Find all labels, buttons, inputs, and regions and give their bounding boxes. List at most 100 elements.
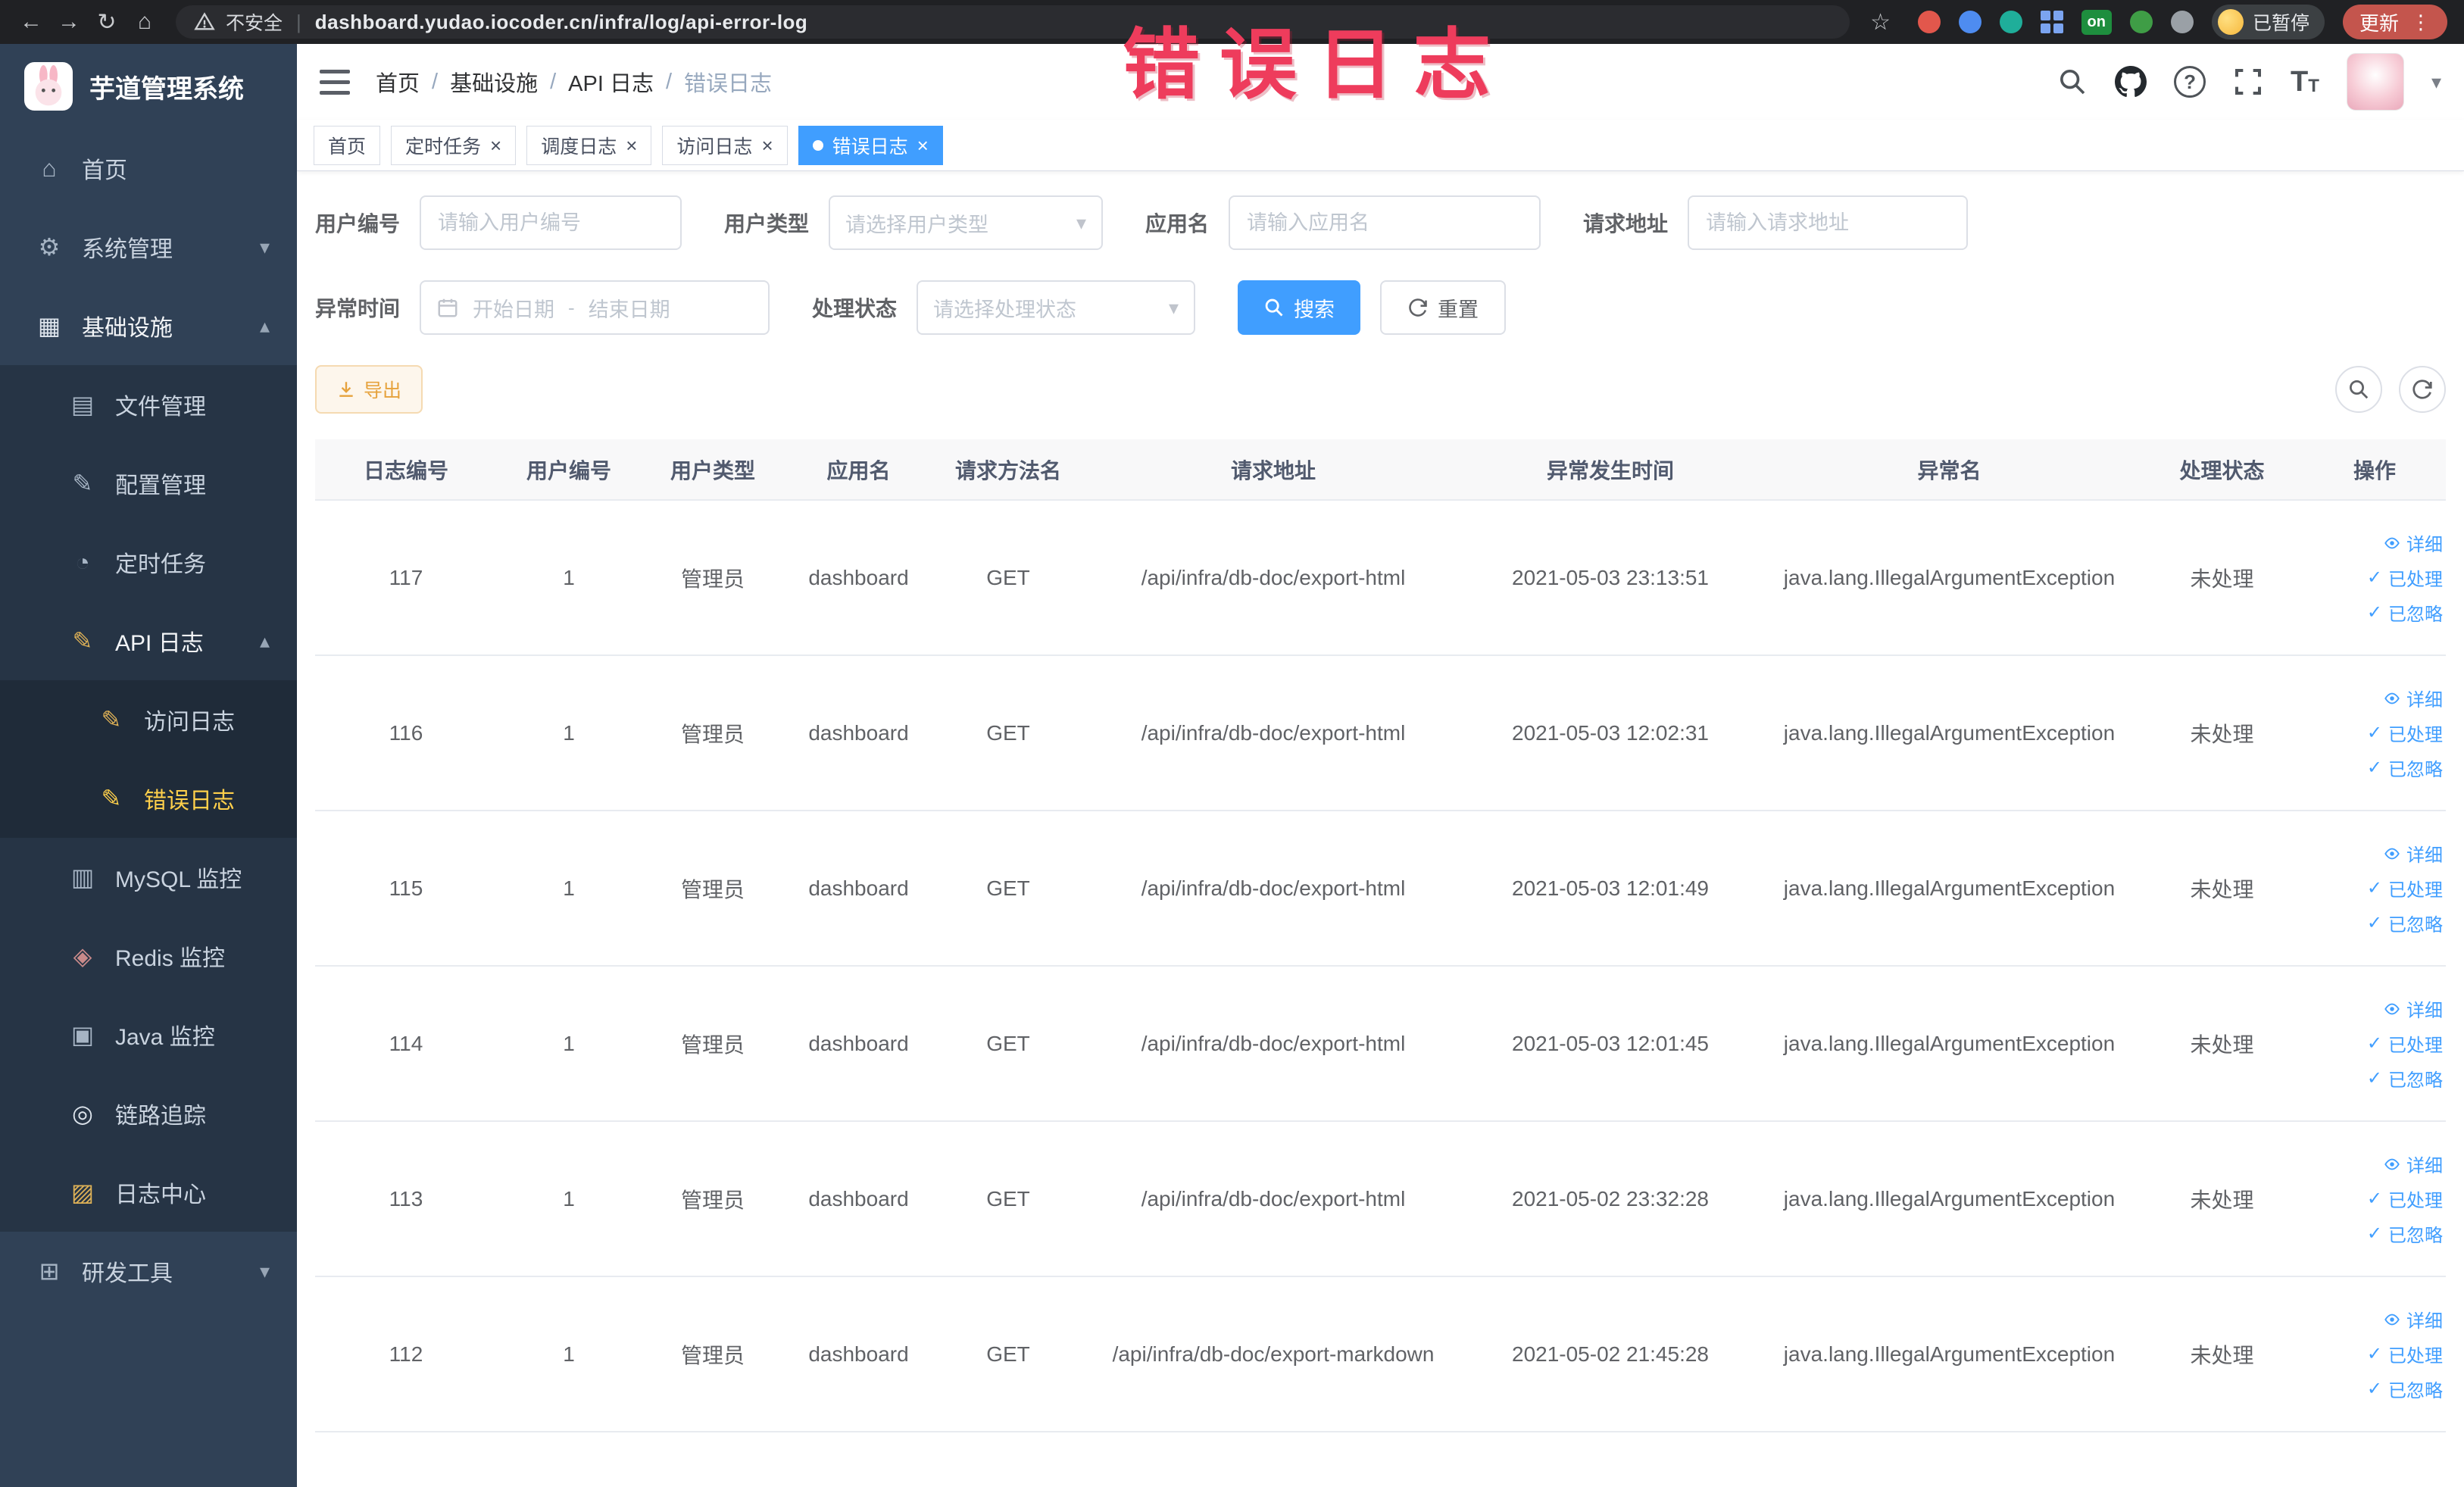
profile-paused-badge[interactable]: 已暂停 bbox=[2211, 5, 2325, 39]
cell-process-status: 未处理 bbox=[2141, 1276, 2303, 1432]
browser-home-icon[interactable]: ⌂ bbox=[126, 9, 164, 35]
mark-processed-link[interactable]: ✓ 已处理 bbox=[2309, 1026, 2443, 1061]
tab-cron-job[interactable]: 定时任务 × bbox=[391, 125, 517, 165]
mark-processed-link[interactable]: ✓ 已处理 bbox=[2309, 1337, 2443, 1372]
tab-access-log[interactable]: 访问日志 × bbox=[662, 125, 788, 165]
github-icon[interactable] bbox=[2115, 66, 2147, 98]
extension-icon-green[interactable] bbox=[2129, 11, 2153, 33]
mark-ignored-link[interactable]: ✓ 已忽略 bbox=[2309, 1217, 2443, 1251]
caret-down-icon[interactable]: ▾ bbox=[2431, 70, 2441, 94]
close-icon[interactable]: × bbox=[626, 136, 637, 155]
sidebar-item-label: 链路追踪 bbox=[115, 1104, 206, 1129]
cell-process-status: 未处理 bbox=[2141, 811, 2303, 967]
browser-update-button[interactable]: 更新 ⋮ bbox=[2342, 5, 2447, 39]
cell-app-name: dashboard bbox=[785, 655, 932, 811]
mark-processed-link[interactable]: ✓ 已处理 bbox=[2309, 716, 2443, 751]
font-size-icon[interactable]: TT bbox=[2291, 67, 2319, 96]
search-icon[interactable] bbox=[2057, 67, 2088, 97]
extension-icon-gray[interactable] bbox=[2170, 11, 2194, 33]
sidebar-item-redis-monitor[interactable]: ◈ Redis 监控 bbox=[0, 917, 297, 995]
extensions-grid-icon[interactable] bbox=[2040, 11, 2063, 33]
extension-icon-blue[interactable] bbox=[1958, 11, 1982, 33]
cell-exception-time: 2021-05-03 23:13:51 bbox=[1463, 500, 1758, 656]
back-icon[interactable]: ← bbox=[12, 9, 50, 35]
extension-icon-teal[interactable] bbox=[1999, 11, 2022, 33]
sidebar-item-config-manage[interactable]: ✎ 配置管理 bbox=[0, 444, 297, 523]
mark-processed-link[interactable]: ✓ 已处理 bbox=[2309, 871, 2443, 906]
sidebar-item-java-monitor[interactable]: ▣ Java 监控 bbox=[0, 995, 297, 1074]
sidebar-item-system[interactable]: ⚙ 系统管理 ▾ bbox=[0, 208, 297, 286]
close-icon[interactable]: × bbox=[490, 136, 501, 155]
detail-link[interactable]: 详细 bbox=[2309, 1147, 2443, 1182]
mark-ignored-link[interactable]: ✓ 已忽略 bbox=[2309, 906, 2443, 941]
sidebar-item-error-log[interactable]: ✎ 错误日志 bbox=[0, 759, 297, 838]
help-icon[interactable]: ? bbox=[2174, 66, 2206, 98]
check-icon: ✓ bbox=[2366, 723, 2382, 743]
on-badge[interactable]: on bbox=[2081, 9, 2112, 35]
process-status-select[interactable]: 请选择处理状态 ▾ bbox=[917, 280, 1196, 335]
app-name-input[interactable] bbox=[1229, 195, 1541, 250]
sidebar-item-label: 首页 bbox=[82, 158, 127, 183]
sidebar-item-access-log[interactable]: ✎ 访问日志 bbox=[0, 680, 297, 759]
column-header: 异常发生时间 bbox=[1463, 439, 1758, 501]
export-button[interactable]: 导出 bbox=[315, 365, 423, 414]
bookmark-star-icon[interactable]: ☆ bbox=[1862, 9, 1900, 36]
fullscreen-icon[interactable] bbox=[2233, 67, 2263, 97]
sidebar-item-api-log[interactable]: ✎ API 日志 ▴ bbox=[0, 601, 297, 680]
column-header: 请求方法名 bbox=[932, 439, 1084, 501]
address-bar[interactable]: 不安全 | dashboard.yudao.iocoder.cn/infra/l… bbox=[176, 5, 1850, 39]
tab-home[interactable]: 首页 bbox=[314, 125, 381, 165]
breadcrumb-infra[interactable]: 基础设施 bbox=[450, 66, 538, 98]
navbar-actions: ? TT ▾ bbox=[2057, 53, 2441, 111]
avatar[interactable] bbox=[2346, 53, 2404, 111]
cell-method: GET bbox=[932, 655, 1084, 811]
search-button[interactable]: 搜索 bbox=[1238, 280, 1361, 335]
reload-icon[interactable]: ↻ bbox=[88, 9, 126, 36]
tab-label: 错误日志 bbox=[832, 136, 908, 158]
detail-link[interactable]: 详细 bbox=[2309, 992, 2443, 1026]
sidebar-toggle-icon[interactable] bbox=[320, 69, 350, 95]
cell-method: GET bbox=[932, 811, 1084, 967]
sidebar-item-cron-job[interactable]: ◔ 定时任务 bbox=[0, 523, 297, 601]
sidebar-item-infra[interactable]: ▦ 基础设施 ▴ bbox=[0, 286, 297, 365]
sidebar-logo[interactable]: 芋道管理系统 bbox=[0, 44, 297, 129]
mark-processed-link[interactable]: ✓ 已处理 bbox=[2309, 561, 2443, 595]
mark-ignored-link[interactable]: ✓ 已忽略 bbox=[2309, 1372, 2443, 1407]
close-icon[interactable]: × bbox=[761, 136, 773, 155]
reset-button[interactable]: 重置 bbox=[1380, 280, 1507, 335]
kebab-menu-icon[interactable]: ⋮ bbox=[2411, 11, 2431, 34]
tab-schedule-log[interactable]: 调度日志 × bbox=[526, 125, 652, 165]
forward-icon[interactable]: → bbox=[50, 9, 88, 35]
toggle-search-button[interactable] bbox=[2335, 366, 2382, 413]
check-icon: ✓ bbox=[2366, 602, 2382, 623]
mark-ignored-link[interactable]: ✓ 已忽略 bbox=[2309, 1061, 2443, 1096]
cell-user-type: 管理员 bbox=[641, 655, 785, 811]
tags-view: 首页 定时任务 × 调度日志 × 访问日志 × 错误日志 × bbox=[297, 120, 2464, 171]
exception-time-range-picker[interactable]: 开始日期 - 结束日期 bbox=[420, 280, 770, 335]
cell-actions: 详细 ✓ 已处理 ✓ 已忽略 bbox=[2303, 966, 2446, 1122]
mark-ignored-link[interactable]: ✓ 已忽略 bbox=[2309, 595, 2443, 630]
sidebar-item-tracing[interactable]: ◎ 链路追踪 bbox=[0, 1074, 297, 1153]
close-icon[interactable]: × bbox=[917, 136, 929, 155]
mark-processed-link[interactable]: ✓ 已处理 bbox=[2309, 1182, 2443, 1217]
sidebar-item-log-center[interactable]: ▨ 日志中心 bbox=[0, 1153, 297, 1232]
detail-link[interactable]: 详细 bbox=[2309, 681, 2443, 716]
refresh-button[interactable] bbox=[2399, 366, 2446, 413]
breadcrumb-home[interactable]: 首页 bbox=[376, 66, 420, 98]
sidebar-item-label: API 日志 bbox=[115, 631, 204, 656]
mark-ignored-link[interactable]: ✓ 已忽略 bbox=[2309, 751, 2443, 786]
sidebar-item-home[interactable]: ⌂ 首页 bbox=[0, 129, 297, 208]
user-type-select[interactable]: 请选择用户类型 ▾ bbox=[829, 195, 1104, 250]
breadcrumb-api-log[interactable]: API 日志 bbox=[568, 66, 654, 98]
detail-link[interactable]: 详细 bbox=[2309, 836, 2443, 871]
extension-icon-red[interactable] bbox=[1917, 11, 1941, 33]
sidebar-item-devtools[interactable]: ⊞ 研发工具 ▾ bbox=[0, 1232, 297, 1310]
detail-link[interactable]: 详细 bbox=[2309, 1302, 2443, 1337]
sidebar-item-mysql-monitor[interactable]: ▥ MySQL 监控 bbox=[0, 838, 297, 917]
sidebar-item-file-manage[interactable]: ▤ 文件管理 bbox=[0, 365, 297, 444]
detail-link[interactable]: 详细 bbox=[2309, 526, 2443, 561]
user-id-input[interactable] bbox=[420, 195, 682, 250]
request-url-input[interactable] bbox=[1688, 195, 1969, 250]
table-row: 115 1 管理员 dashboard GET /api/infra/db-do… bbox=[315, 811, 2446, 967]
tab-error-log[interactable]: 错误日志 × bbox=[798, 125, 943, 165]
